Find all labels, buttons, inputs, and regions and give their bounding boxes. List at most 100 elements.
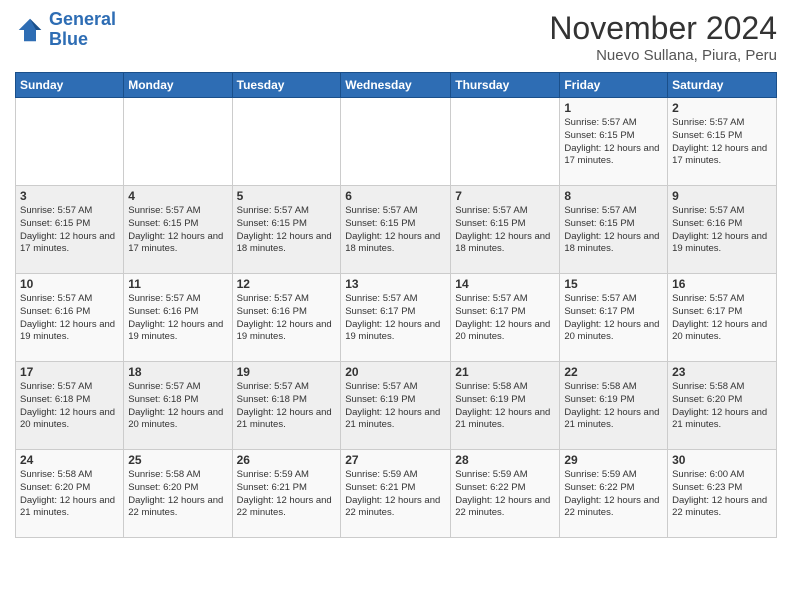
calendar-cell: 10 Sunrise: 5:57 AM Sunset: 6:16 PM Dayli… [16,274,124,362]
calendar-cell: 24Sunrise: 5:58 AM Sunset: 6:20 PM Dayli… [16,450,124,538]
week-row-1: 1 Sunrise: 5:57 AM Sunset: 6:15 PM Daylig… [16,98,777,186]
day-number: 1 [564,101,663,115]
calendar-body: 1 Sunrise: 5:57 AM Sunset: 6:15 PM Daylig… [16,98,777,538]
day-number: 27 [345,453,446,467]
location-subtitle: Nuevo Sullana, Piura, Peru [549,47,777,64]
calendar-cell: 30Sunrise: 6:00 AM Sunset: 6:23 PM Dayli… [668,450,777,538]
day-info: Sunrise: 5:58 AM Sunset: 6:19 PM Dayligh… [455,381,555,432]
calendar-cell: 18Sunrise: 5:57 AM Sunset: 6:18 PM Dayli… [124,362,232,450]
calendar-container: General Blue November 2024 Nuevo Sullana… [0,0,792,612]
day-number: 26 [237,453,337,467]
calendar-cell: 22Sunrise: 5:58 AM Sunset: 6:19 PM Dayli… [560,362,668,450]
calendar-cell: 14 Sunrise: 5:57 AM Sunset: 6:17 PM Dayli… [451,274,560,362]
col-monday: Monday [124,73,232,98]
day-number: 7 [455,189,555,203]
day-number: 20 [345,365,446,379]
calendar-cell: 4 Sunrise: 5:57 AM Sunset: 6:15 PM Daylig… [124,186,232,274]
header-section: General Blue November 2024 Nuevo Sullana… [15,10,777,64]
day-info: Sunrise: 5:57 AM Sunset: 6:17 PM Dayligh… [672,293,772,344]
day-number: 16 [672,277,772,291]
day-number: 5 [237,189,337,203]
calendar-cell: 15 Sunrise: 5:57 AM Sunset: 6:17 PM Dayli… [560,274,668,362]
month-title: November 2024 [549,10,777,47]
calendar-cell [124,98,232,186]
col-friday: Friday [560,73,668,98]
col-sunday: Sunday [16,73,124,98]
calendar-cell: 9Sunrise: 5:57 AM Sunset: 6:16 PM Daylig… [668,186,777,274]
logo: General Blue [15,10,116,50]
day-number: 24 [20,453,119,467]
calendar-cell: 27 Sunrise: 5:59 AM Sunset: 6:21 PM Dayli… [341,450,451,538]
day-info: Sunrise: 5:57 AM Sunset: 6:19 PM Dayligh… [345,381,446,432]
day-info: Sunrise: 5:57 AM Sunset: 6:17 PM Dayligh… [564,293,663,344]
calendar-cell: 28 Sunrise: 5:59 AM Sunset: 6:22 PM Dayli… [451,450,560,538]
day-info: Sunrise: 5:57 AM Sunset: 6:15 PM Dayligh… [345,205,446,256]
calendar-cell: 20 Sunrise: 5:57 AM Sunset: 6:19 PM Dayli… [341,362,451,450]
calendar-cell [341,98,451,186]
day-info: Sunrise: 5:57 AM Sunset: 6:17 PM Dayligh… [345,293,446,344]
day-number: 28 [455,453,555,467]
logo-icon [15,15,45,45]
day-info: Sunrise: 5:57 AM Sunset: 6:15 PM Dayligh… [237,205,337,256]
calendar-cell: 29Sunrise: 5:59 AM Sunset: 6:22 PM Dayli… [560,450,668,538]
day-info: Sunrise: 5:57 AM Sunset: 6:15 PM Dayligh… [20,205,119,256]
day-info: Sunrise: 5:57 AM Sunset: 6:18 PM Dayligh… [128,381,227,432]
calendar-cell: 25Sunrise: 5:58 AM Sunset: 6:20 PM Dayli… [124,450,232,538]
logo-text: General Blue [49,10,116,50]
col-thursday: Thursday [451,73,560,98]
calendar-cell: 12 Sunrise: 5:57 AM Sunset: 6:16 PM Dayli… [232,274,341,362]
calendar-cell: 26 Sunrise: 5:59 AM Sunset: 6:21 PM Dayli… [232,450,341,538]
day-number: 21 [455,365,555,379]
calendar-cell: 8 Sunrise: 5:57 AM Sunset: 6:15 PM Daylig… [560,186,668,274]
day-info: Sunrise: 5:57 AM Sunset: 6:16 PM Dayligh… [672,205,772,256]
week-row-4: 17 Sunrise: 5:57 AM Sunset: 6:18 PM Dayli… [16,362,777,450]
day-number: 2 [672,101,772,115]
day-info: Sunrise: 5:57 AM Sunset: 6:15 PM Dayligh… [455,205,555,256]
day-info: Sunrise: 5:57 AM Sunset: 6:18 PM Dayligh… [237,381,337,432]
day-info: Sunrise: 5:57 AM Sunset: 6:16 PM Dayligh… [128,293,227,344]
week-row-2: 3 Sunrise: 5:57 AM Sunset: 6:15 PM Daylig… [16,186,777,274]
day-info: Sunrise: 5:57 AM Sunset: 6:16 PM Dayligh… [20,293,119,344]
col-saturday: Saturday [668,73,777,98]
week-row-3: 10 Sunrise: 5:57 AM Sunset: 6:16 PM Dayli… [16,274,777,362]
day-info: Sunrise: 5:59 AM Sunset: 6:21 PM Dayligh… [237,469,337,520]
day-info: Sunrise: 5:59 AM Sunset: 6:21 PM Dayligh… [345,469,446,520]
day-info: Sunrise: 5:57 AM Sunset: 6:15 PM Dayligh… [564,205,663,256]
calendar-cell [451,98,560,186]
day-number: 8 [564,189,663,203]
day-info: Sunrise: 5:58 AM Sunset: 6:20 PM Dayligh… [672,381,772,432]
day-info: Sunrise: 5:59 AM Sunset: 6:22 PM Dayligh… [455,469,555,520]
day-number: 11 [128,277,227,291]
day-number: 4 [128,189,227,203]
calendar-table: Sunday Monday Tuesday Wednesday Thursday… [15,72,777,538]
day-info: Sunrise: 5:57 AM Sunset: 6:18 PM Dayligh… [20,381,119,432]
calendar-cell: 11 Sunrise: 5:57 AM Sunset: 6:16 PM Dayli… [124,274,232,362]
day-number: 23 [672,365,772,379]
title-section: November 2024 Nuevo Sullana, Piura, Peru [549,10,777,64]
calendar-cell: 23 Sunrise: 5:58 AM Sunset: 6:20 PM Dayli… [668,362,777,450]
day-number: 3 [20,189,119,203]
day-number: 12 [237,277,337,291]
calendar-header: Sunday Monday Tuesday Wednesday Thursday… [16,73,777,98]
day-info: Sunrise: 5:59 AM Sunset: 6:22 PM Dayligh… [564,469,663,520]
calendar-cell: 7 Sunrise: 5:57 AM Sunset: 6:15 PM Daylig… [451,186,560,274]
day-info: Sunrise: 5:57 AM Sunset: 6:15 PM Dayligh… [672,117,772,168]
day-number: 15 [564,277,663,291]
day-number: 14 [455,277,555,291]
day-info: Sunrise: 5:57 AM Sunset: 6:17 PM Dayligh… [455,293,555,344]
day-info: Sunrise: 5:57 AM Sunset: 6:16 PM Dayligh… [237,293,337,344]
week-row-5: 24Sunrise: 5:58 AM Sunset: 6:20 PM Dayli… [16,450,777,538]
day-number: 17 [20,365,119,379]
calendar-cell: 19Sunrise: 5:57 AM Sunset: 6:18 PM Dayli… [232,362,341,450]
day-number: 22 [564,365,663,379]
col-wednesday: Wednesday [341,73,451,98]
day-info: Sunrise: 6:00 AM Sunset: 6:23 PM Dayligh… [672,469,772,520]
calendar-cell: 5 Sunrise: 5:57 AM Sunset: 6:15 PM Daylig… [232,186,341,274]
header-row: Sunday Monday Tuesday Wednesday Thursday… [16,73,777,98]
day-info: Sunrise: 5:57 AM Sunset: 6:15 PM Dayligh… [128,205,227,256]
day-number: 25 [128,453,227,467]
calendar-cell: 17 Sunrise: 5:57 AM Sunset: 6:18 PM Dayli… [16,362,124,450]
day-number: 13 [345,277,446,291]
col-tuesday: Tuesday [232,73,341,98]
day-number: 10 [20,277,119,291]
